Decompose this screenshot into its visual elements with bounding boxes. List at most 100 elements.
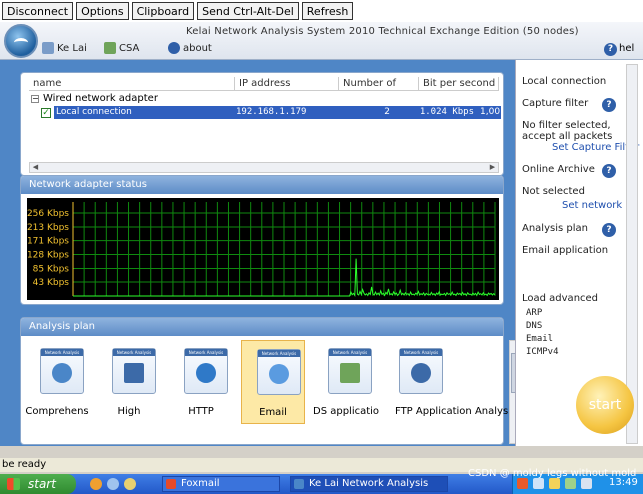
status-panel-title: Network adapter status bbox=[21, 176, 503, 194]
plan-card-ftp[interactable]: Network Analysis FTP Application Analysi… bbox=[385, 340, 516, 424]
capture-filter-label: Capture filter bbox=[522, 98, 589, 109]
online-archive-value: Not selected bbox=[522, 186, 585, 197]
row-extra: 1,00 bbox=[480, 107, 501, 117]
module-arp: ARP bbox=[526, 308, 543, 318]
plan-card-label: Email bbox=[259, 407, 287, 418]
watermark: CSDN @ moldy legs without mold bbox=[468, 468, 637, 479]
clipboard-button[interactable]: Clipboard bbox=[131, 2, 195, 20]
quicklaunch-desktop-icon[interactable] bbox=[107, 478, 119, 490]
analysis-plan-panel: Analysis plan Network Analysis Comprehen… bbox=[20, 317, 521, 445]
refresh-button[interactable]: Refresh bbox=[301, 2, 354, 20]
plan-card-label: Comprehens bbox=[25, 406, 89, 417]
table-hscrollbar[interactable]: ◀ ▶ bbox=[29, 162, 499, 173]
col-name[interactable]: name bbox=[29, 77, 235, 91]
disconnect-button[interactable]: Disconnect bbox=[2, 2, 74, 20]
collapse-icon[interactable]: − bbox=[31, 94, 39, 103]
send-ctrl-alt-del-button[interactable]: Send Ctrl-Alt-Del bbox=[197, 2, 299, 20]
group-label: Wired network adapter bbox=[43, 93, 158, 104]
main-area: name IP address Number of Bit per second… bbox=[0, 60, 521, 446]
plan-card-high[interactable]: Network Analysis High bbox=[97, 340, 161, 424]
tray-network-icon[interactable] bbox=[533, 478, 544, 489]
col-number[interactable]: Number of bbox=[339, 77, 419, 91]
start-button[interactable]: start bbox=[576, 376, 634, 434]
status-text: be ready bbox=[2, 459, 47, 470]
tray-security-icon[interactable] bbox=[565, 478, 576, 489]
y-tick-label: 256 Kbps bbox=[27, 209, 69, 219]
ds-icon: Network Analysis bbox=[328, 348, 372, 394]
adapter-table-panel: name IP address Number of Bit per second… bbox=[20, 72, 504, 176]
selected-row[interactable]: Local connection 192.168.1.179 2 1.024 K… bbox=[54, 106, 501, 119]
menu-about[interactable]: about bbox=[168, 42, 212, 54]
right-pane: Local connection Capture filter ? No fil… bbox=[515, 60, 643, 446]
y-tick-label: 43 Kbps bbox=[33, 278, 70, 288]
load-modules-label: Load advanced bbox=[522, 293, 599, 304]
menu-kelai[interactable]: Ke Lai bbox=[42, 42, 87, 54]
y-tick-label: 213 Kbps bbox=[27, 223, 69, 233]
plan-card-comprehensive[interactable]: Network Analysis Comprehens bbox=[25, 340, 89, 424]
start-menu-label: start bbox=[28, 477, 56, 491]
online-archive-label: Online Archive bbox=[522, 164, 595, 175]
analysis-plan-help-icon[interactable]: ? bbox=[602, 223, 616, 237]
options-button[interactable]: Options bbox=[76, 2, 129, 20]
tray-app-icon[interactable] bbox=[517, 478, 528, 489]
quicklaunch-ie-icon[interactable] bbox=[90, 478, 102, 490]
high-icon: Network Analysis bbox=[112, 348, 156, 394]
adapter-status-panel: Network adapter status 256 Kbps 213 Kbps 1… bbox=[20, 175, 504, 305]
vnc-toolbar: Disconnect Options Clipboard Send Ctrl-A… bbox=[0, 0, 643, 22]
online-archive-help-icon[interactable]: ? bbox=[602, 164, 616, 178]
menu-csa-label: CSA bbox=[119, 42, 140, 54]
plan-panel-title: Analysis plan bbox=[21, 318, 503, 336]
table-row[interactable]: ✓ Local connection 192.168.1.179 2 1.024… bbox=[41, 106, 501, 119]
col-bps[interactable]: Bit per second bbox=[419, 77, 499, 91]
plan-card-email[interactable]: Network Analysis Email bbox=[241, 340, 305, 424]
comprehensive-icon: Network Analysis bbox=[40, 348, 84, 394]
row-number: 2 bbox=[384, 107, 390, 117]
kelai-task-icon bbox=[294, 479, 304, 489]
task-foxmail[interactable]: Foxmail bbox=[162, 476, 280, 492]
info-icon bbox=[168, 42, 180, 54]
email-icon: Network Analysis bbox=[257, 349, 301, 395]
adapter-group-row[interactable]: − Wired network adapter bbox=[31, 93, 158, 104]
row-checkbox[interactable]: ✓ bbox=[41, 107, 51, 118]
quicklaunch-media-icon[interactable] bbox=[124, 478, 136, 490]
plan-card-ds[interactable]: Network Analysis DS applicatio bbox=[313, 340, 379, 424]
plan-card-label: High bbox=[117, 406, 141, 417]
set-network-link[interactable]: Set network bbox=[562, 200, 622, 211]
app-header: Kelai Network Analysis System 2010 Techn… bbox=[0, 22, 643, 60]
app-logo-icon bbox=[4, 24, 38, 58]
task-kelai-label: Ke Lai Network Analysis bbox=[309, 478, 429, 489]
start-menu-button[interactable]: start bbox=[0, 474, 76, 494]
help-link[interactable]: hel bbox=[619, 43, 634, 54]
ftp-icon: Network Analysis bbox=[399, 348, 443, 394]
task-kelai[interactable]: Ke Lai Network Analysis bbox=[290, 476, 448, 492]
module-email: Email bbox=[526, 334, 554, 344]
foxmail-icon bbox=[166, 479, 176, 489]
http-icon: Network Analysis bbox=[184, 348, 228, 394]
analysis-plan-label: Analysis plan bbox=[522, 223, 588, 234]
menu-csa[interactable]: CSA bbox=[104, 42, 139, 54]
col-ip[interactable]: IP address bbox=[235, 77, 339, 91]
capture-filter-value: No filter selected, accept all packets bbox=[522, 120, 613, 142]
tray-misc-icon[interactable] bbox=[581, 478, 592, 489]
capture-filter-help-icon[interactable]: ? bbox=[602, 98, 616, 112]
analysis-plan-value: Email application bbox=[522, 245, 609, 256]
module-dns: DNS bbox=[526, 321, 543, 331]
windows-flag-icon bbox=[7, 478, 20, 490]
task-foxmail-label: Foxmail bbox=[181, 478, 220, 489]
module-icmpv4: ICMPv4 bbox=[526, 347, 559, 357]
scroll-right-icon[interactable]: ▶ bbox=[487, 163, 498, 172]
row-ip: 192.168.1.179 bbox=[236, 107, 307, 117]
row-bps: 1.024 Kbps bbox=[419, 107, 474, 117]
y-tick-label: 85 Kbps bbox=[33, 264, 70, 274]
help-icon[interactable]: ? bbox=[604, 43, 617, 56]
plan-card-label: HTTP bbox=[188, 406, 214, 417]
scroll-left-icon[interactable]: ◀ bbox=[30, 163, 41, 172]
tray-volume-icon[interactable] bbox=[549, 478, 560, 489]
traffic-chart: 256 Kbps 213 Kbps 171 Kbps 128 Kbps 85 Kbps 4… bbox=[27, 202, 496, 297]
plan-card-http[interactable]: Network Analysis HTTP bbox=[169, 340, 233, 424]
y-tick-label: 128 Kbps bbox=[27, 251, 69, 261]
traffic-graph: 256 Kbps 213 Kbps 171 Kbps 128 Kbps 85 Kbps 4… bbox=[27, 198, 499, 300]
y-tick-label: 171 Kbps bbox=[27, 237, 69, 247]
app-title: Kelai Network Analysis System 2010 Techn… bbox=[186, 26, 579, 37]
csa-icon bbox=[104, 42, 116, 54]
